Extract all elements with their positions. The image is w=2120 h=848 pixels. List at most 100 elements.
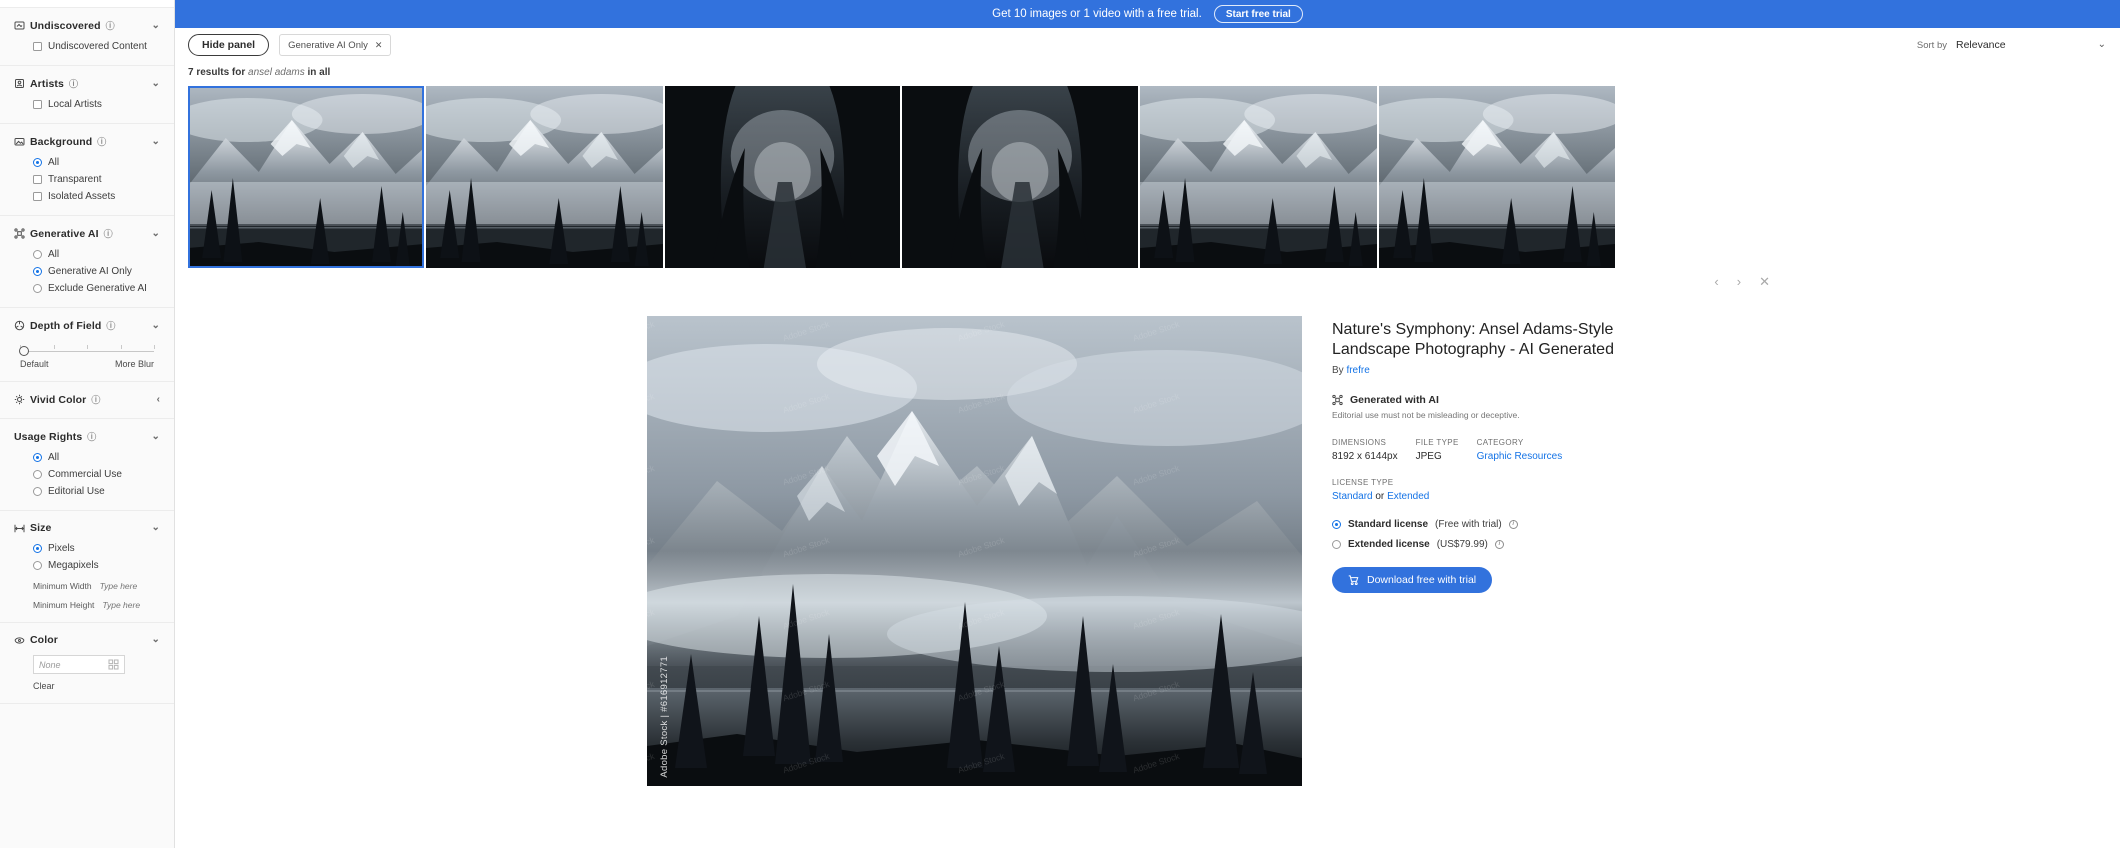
radio-icon[interactable]	[33, 544, 42, 553]
chevron-down-icon[interactable]: ⌄	[152, 635, 160, 645]
radio-icon[interactable]	[33, 267, 42, 276]
size-field-input-0[interactable]	[100, 581, 158, 591]
filter-option-generative-ai-1[interactable]: Generative AI Only	[33, 265, 160, 278]
filter-section-header-usage-rights[interactable]: Usage Rightsⓘ⌄	[14, 430, 160, 443]
filter-option-undiscovered-0[interactable]: Undiscovered Content	[33, 40, 160, 53]
hide-panel-button[interactable]: Hide panel	[188, 34, 269, 56]
filter-options-usage-rights: All Commercial Use Editorial Use	[14, 451, 160, 498]
filter-section-header-generative-ai[interactable]: Generative AIⓘ⌄	[14, 227, 160, 240]
info-icon[interactable]: ⓘ	[106, 19, 115, 32]
filter-option-usage-rights-1[interactable]: Commercial Use	[33, 468, 160, 481]
info-icon[interactable]: ⓘ	[91, 393, 100, 406]
slider-handle[interactable]	[19, 346, 29, 356]
filter-option-background-2[interactable]: Isolated Assets	[33, 190, 160, 203]
filter-section-header-artists[interactable]: Artistsⓘ⌄	[14, 77, 160, 90]
filter-option-generative-ai-0[interactable]: All	[33, 248, 160, 261]
chevron-down-icon[interactable]: ⌄	[152, 21, 160, 31]
license-option-extended[interactable]: Extended license(US$79.99)i	[1332, 539, 2120, 550]
filter-option-size-1[interactable]: Megapixels	[33, 559, 160, 572]
checkbox-icon[interactable]	[33, 42, 42, 51]
chevron-down-icon[interactable]: ⌄	[152, 79, 160, 89]
asset-spec-file-type: FILE TYPEJPEG	[1416, 438, 1459, 462]
license-option-standard[interactable]: Standard license(Free with trial)i	[1332, 519, 2120, 530]
filter-option-label: Pixels	[48, 542, 75, 555]
chevron-down-icon[interactable]: ⌄	[152, 321, 160, 331]
filter-option-usage-rights-2[interactable]: Editorial Use	[33, 485, 160, 498]
color-clear-link[interactable]: Clear	[33, 681, 160, 691]
info-icon[interactable]: ⓘ	[106, 319, 115, 332]
download-button[interactable]: Download free with trial	[1332, 567, 1492, 593]
spec-value-link[interactable]: Graphic Resources	[1477, 451, 1563, 462]
chevron-down-icon[interactable]: ⌄	[152, 523, 160, 533]
sort-select[interactable]: Relevance ⌄	[1956, 39, 2106, 52]
next-icon[interactable]: ›	[1737, 275, 1741, 288]
filter-section-header-vivid-color[interactable]: Vivid Color ⓘ ‹	[14, 393, 160, 406]
chevron-down-icon[interactable]: ⌄	[152, 432, 160, 442]
chevron-left-icon[interactable]: ‹	[157, 395, 160, 405]
depth-of-field-slider[interactable]: DefaultMore Blur	[14, 342, 160, 369]
results-query: ansel adams	[248, 67, 305, 78]
radio-icon[interactable]	[33, 561, 42, 570]
info-icon[interactable]: i	[1509, 520, 1518, 529]
asset-metadata: Nature's Symphony: Ansel Adams-Style Lan…	[1302, 316, 2120, 786]
filter-chip-generative-ai-only[interactable]: Generative AI Only ✕	[279, 34, 391, 56]
sort-control: Sort by Relevance ⌄	[1917, 39, 2106, 52]
info-icon[interactable]: i	[1495, 540, 1504, 549]
color-picker-input[interactable]: None	[33, 655, 125, 674]
radio-icon[interactable]	[33, 470, 42, 479]
license-type-label: LICENSE TYPE	[1332, 478, 2120, 487]
slider-track[interactable]	[20, 351, 154, 352]
checkbox-icon[interactable]	[33, 100, 42, 109]
info-icon[interactable]: ⓘ	[97, 135, 106, 148]
chevron-down-icon[interactable]: ⌄	[152, 137, 160, 147]
radio-icon[interactable]	[33, 453, 42, 462]
radio-icon[interactable]	[1332, 540, 1341, 549]
info-icon[interactable]: ⓘ	[87, 430, 96, 443]
radio-icon[interactable]	[33, 284, 42, 293]
thumbnail-item[interactable]	[188, 86, 424, 268]
thumbnail-artwork	[426, 86, 663, 268]
spec-value-text: JPEG	[1416, 451, 1442, 462]
info-icon[interactable]: ⓘ	[104, 227, 113, 240]
thumbnail-item[interactable]	[1379, 86, 1615, 268]
size-field-input-1[interactable]	[102, 600, 160, 610]
extended-license-link[interactable]: Extended	[1387, 491, 1429, 502]
filter-option-artists-0[interactable]: Local Artists	[33, 98, 160, 111]
chevron-down-icon[interactable]: ⌄	[152, 229, 160, 239]
standard-license-link[interactable]: Standard	[1332, 491, 1373, 502]
start-free-trial-button[interactable]: Start free trial	[1214, 5, 1303, 23]
filter-section-header-size[interactable]: Size⌄	[14, 522, 160, 534]
author-link[interactable]: frefre	[1346, 365, 1369, 376]
color-swatch-icon[interactable]	[108, 659, 119, 670]
thumbnail-item[interactable]	[665, 86, 900, 268]
filter-section-header-depth-of-field[interactable]: Depth of Fieldⓘ⌄	[14, 319, 160, 332]
filter-option-size-0[interactable]: Pixels	[33, 542, 160, 555]
filter-option-background-1[interactable]: Transparent	[33, 173, 160, 186]
prev-icon[interactable]: ‹	[1714, 275, 1718, 288]
license-option-note: (US$79.99)	[1437, 539, 1488, 550]
filter-section-header-undiscovered[interactable]: Undiscovered ⓘ ⌄	[14, 19, 160, 32]
close-icon[interactable]: ✕	[375, 40, 383, 51]
filter-option-usage-rights-0[interactable]: All	[33, 451, 160, 464]
filter-section-title-vivid-color: Vivid Color	[30, 394, 86, 406]
radio-icon[interactable]	[33, 158, 42, 167]
close-preview-icon[interactable]: ✕	[1759, 275, 1770, 288]
filter-option-background-0[interactable]: All	[33, 156, 160, 169]
thumbnail-item[interactable]	[426, 86, 663, 268]
filter-section-header-background[interactable]: Backgroundⓘ⌄	[14, 135, 160, 148]
radio-icon[interactable]	[33, 487, 42, 496]
asset-preview-image[interactable]: Adobe StockAdobe StockAdobe StockAdobe S…	[647, 316, 1302, 786]
thumbnail-item[interactable]	[902, 86, 1138, 268]
filter-section-title-undiscovered: Undiscovered	[30, 20, 101, 32]
filter-option-generative-ai-2[interactable]: Exclude Generative AI	[33, 282, 160, 295]
download-button-label: Download free with trial	[1367, 574, 1476, 586]
thumbnail-item[interactable]	[1140, 86, 1377, 268]
info-icon[interactable]: ⓘ	[69, 77, 78, 90]
filter-section-header-color[interactable]: Color⌄	[14, 634, 160, 646]
radio-icon[interactable]	[33, 250, 42, 259]
filter-options-generative-ai: All Generative AI Only Exclude Generative …	[14, 248, 160, 295]
filter-option-label: Transparent	[48, 173, 102, 186]
radio-icon[interactable]	[1332, 520, 1341, 529]
checkbox-icon[interactable]	[33, 192, 42, 201]
checkbox-icon[interactable]	[33, 175, 42, 184]
